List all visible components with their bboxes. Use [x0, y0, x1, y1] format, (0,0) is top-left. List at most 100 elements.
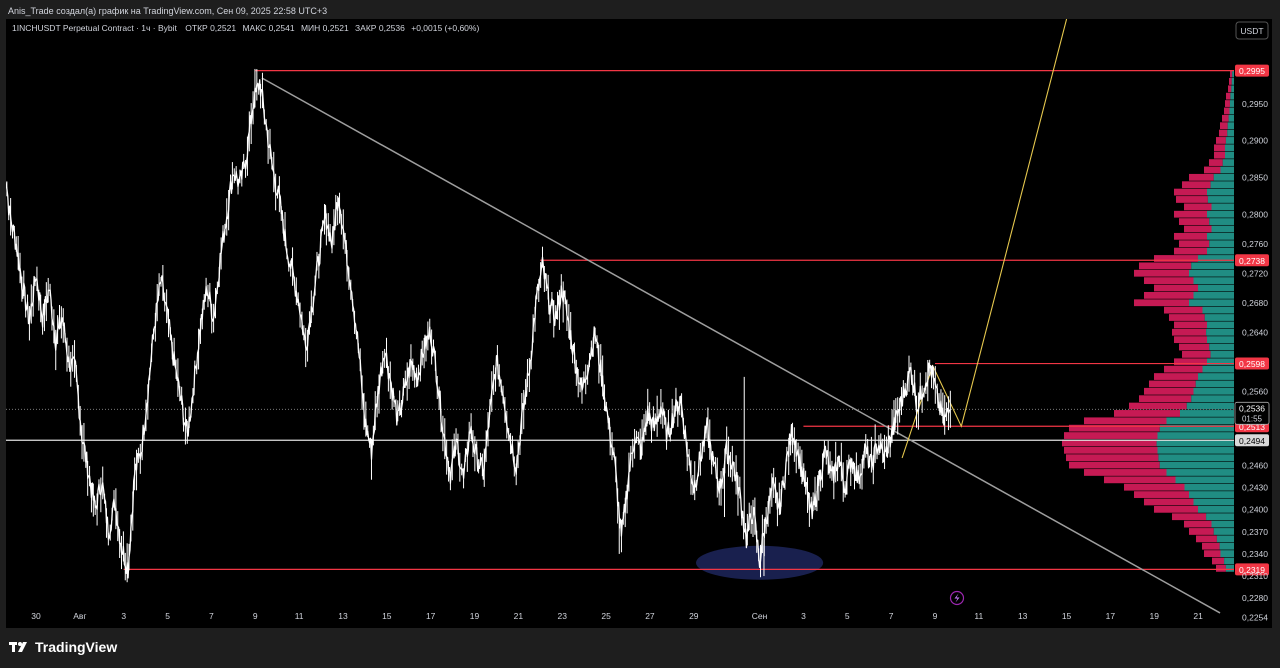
volume-profile-bar-up — [1198, 505, 1234, 513]
volume-profile-bar-up — [1193, 291, 1234, 299]
volume-profile-bar-down — [1174, 247, 1207, 255]
volume-profile-bar-up — [1209, 240, 1234, 248]
volume-profile-bar-up — [1202, 306, 1234, 314]
volume-profile-bar-up — [1229, 100, 1234, 107]
volume-profile-bar-down — [1174, 232, 1207, 240]
volume-profile-bar-up — [1227, 122, 1234, 130]
tradingview-logo[interactable]: TradingView — [9, 639, 117, 655]
volume-profile-bar-up — [1193, 387, 1234, 395]
symbol-legend: 1INCHUSDT Perpetual Contract · 1ч · Bybi… — [12, 23, 479, 33]
volume-profile-bar-down — [1225, 100, 1230, 107]
x-tick-label: 7 — [889, 611, 894, 621]
volume-profile-bar-down — [1216, 564, 1226, 572]
currency-label: USDT — [1240, 26, 1263, 36]
volume-profile-bar-up — [1224, 557, 1234, 565]
volume-profile-bar-down — [1174, 210, 1207, 218]
volume-profile-bar-up — [1229, 107, 1234, 115]
x-tick-label: 21 — [514, 611, 524, 621]
lightning-icon[interactable] — [949, 590, 965, 606]
projection-path[interactable] — [901, 19, 1068, 459]
volume-profile-bar-up — [1166, 417, 1234, 425]
low-value: 0,2521 — [323, 23, 349, 33]
x-tick-label: 29 — [689, 611, 699, 621]
volume-profile-bar-down — [1104, 476, 1176, 484]
level-price-label: 0,2995 — [1239, 66, 1265, 76]
volume-profile-bar-up — [1225, 144, 1234, 152]
volume-profile-bar-down — [1222, 114, 1229, 122]
y-tick-label: 0,2560 — [1242, 387, 1268, 397]
volume-profile-bar-up — [1225, 137, 1234, 144]
volume-profile-bar-down — [1064, 446, 1158, 454]
x-tick-label: 11 — [974, 611, 983, 621]
volume-profile-bar-up — [1207, 232, 1234, 240]
volume-profile-bar-up — [1225, 151, 1234, 159]
volume-profile-bar-down — [1202, 542, 1220, 550]
x-tick-label: 3 — [121, 611, 126, 621]
volume-profile-bar-down — [1229, 78, 1232, 85]
volume-profile-bar-down — [1204, 166, 1221, 174]
volume-profile-bar-up — [1157, 446, 1234, 454]
x-tick-label: 7 — [209, 611, 214, 621]
tradingview-brand: TradingView — [35, 639, 118, 655]
volume-profile-bar-up — [1219, 542, 1234, 550]
volume-profile-bar-down — [1224, 107, 1230, 115]
candlestick-chart[interactable]: 0,29950,27380,25980,25130,23190,24940,25… — [6, 19, 1272, 628]
volume-profile-bar-up — [1158, 454, 1234, 462]
volume-profile-bar-up — [1204, 314, 1234, 321]
volume-profile-bar-down — [1184, 520, 1212, 528]
volume-profile-bar-down — [1216, 137, 1226, 144]
volume-profile-bar-down — [1220, 122, 1228, 130]
x-tick-label: 19 — [1150, 611, 1160, 621]
level-price-label: 0,2598 — [1239, 359, 1265, 369]
y-tick-label: 0,2640 — [1242, 328, 1268, 338]
y-tick-label: 0,2460 — [1242, 460, 1268, 470]
chart-area[interactable]: 0,2995 0,2738 0,2598 0,2513 0,2319 0,2494 0,25… — [6, 19, 1272, 628]
volume-profile-bar-up — [1227, 129, 1234, 137]
volume-profile-bar-up — [1211, 520, 1234, 528]
x-tick-label: 13 — [338, 611, 348, 621]
volume-profile-bar-up — [1211, 225, 1234, 233]
volume-profile-bar-down — [1214, 144, 1225, 152]
volume-profile-bar-down — [1172, 513, 1207, 521]
descending-trend-line[interactable] — [261, 77, 1221, 614]
volume-profile-bar-down — [1214, 151, 1225, 159]
x-tick-label: 5 — [165, 611, 170, 621]
chart-caption: Anis_Trade создал(а) график на TradingVi… — [8, 6, 328, 16]
volume-profile-bar-up — [1213, 528, 1234, 535]
volume-profile-bar-down — [1144, 387, 1194, 395]
volume-profile-bar-up — [1231, 85, 1234, 93]
low-label: МИН — [301, 23, 320, 33]
volume-profile-bar-down — [1064, 432, 1158, 439]
volume-profile-bar-down — [1084, 417, 1167, 425]
x-tick-label: 13 — [1018, 611, 1028, 621]
symbol-name: 1INCHUSDT Perpetual Contract · 1ч · Bybi… — [12, 23, 178, 33]
volume-profile-bar-up — [1159, 461, 1234, 469]
volume-profile-bar-down — [1182, 351, 1211, 358]
volume-profile-bar-up — [1186, 402, 1234, 410]
volume-profile-bar-down — [1174, 188, 1207, 196]
y-tick-label: 0,2340 — [1242, 549, 1268, 559]
volume-profile-bar-down — [1189, 528, 1214, 535]
volume-profile-bar-down — [1144, 291, 1194, 299]
volume-profile-bar-up — [1230, 92, 1234, 100]
volume-profile-bar-up — [1220, 550, 1234, 557]
countdown-label: 01:55 — [1242, 414, 1263, 423]
volume-profile-bar-down — [1226, 92, 1231, 100]
volume-profile-bar-up — [1211, 203, 1234, 211]
volume-profile-bar-up — [1228, 114, 1234, 122]
change-value: +0,0015 (+0,60%) — [411, 23, 479, 33]
volume-profile-bar-up — [1207, 336, 1234, 344]
volume-profile-bar-up — [1166, 469, 1234, 476]
volume-profile-bar-down — [1134, 269, 1189, 277]
volume-profile-bar-down — [1212, 557, 1225, 565]
open-value: 0,2521 — [210, 23, 236, 33]
volume-profile-bar-up — [1225, 564, 1234, 572]
volume-profile-bar-up — [1220, 166, 1234, 174]
y-tick-label: 0,2760 — [1242, 239, 1268, 249]
volume-profile-bar-up — [1193, 498, 1234, 506]
volume-profile-bar-down — [1124, 483, 1185, 491]
x-tick-label: 5 — [845, 611, 850, 621]
volume-profile-bar-up — [1231, 78, 1234, 85]
volume-profile-bar-down — [1139, 395, 1192, 403]
volume-profile-bar-up — [1191, 395, 1234, 403]
